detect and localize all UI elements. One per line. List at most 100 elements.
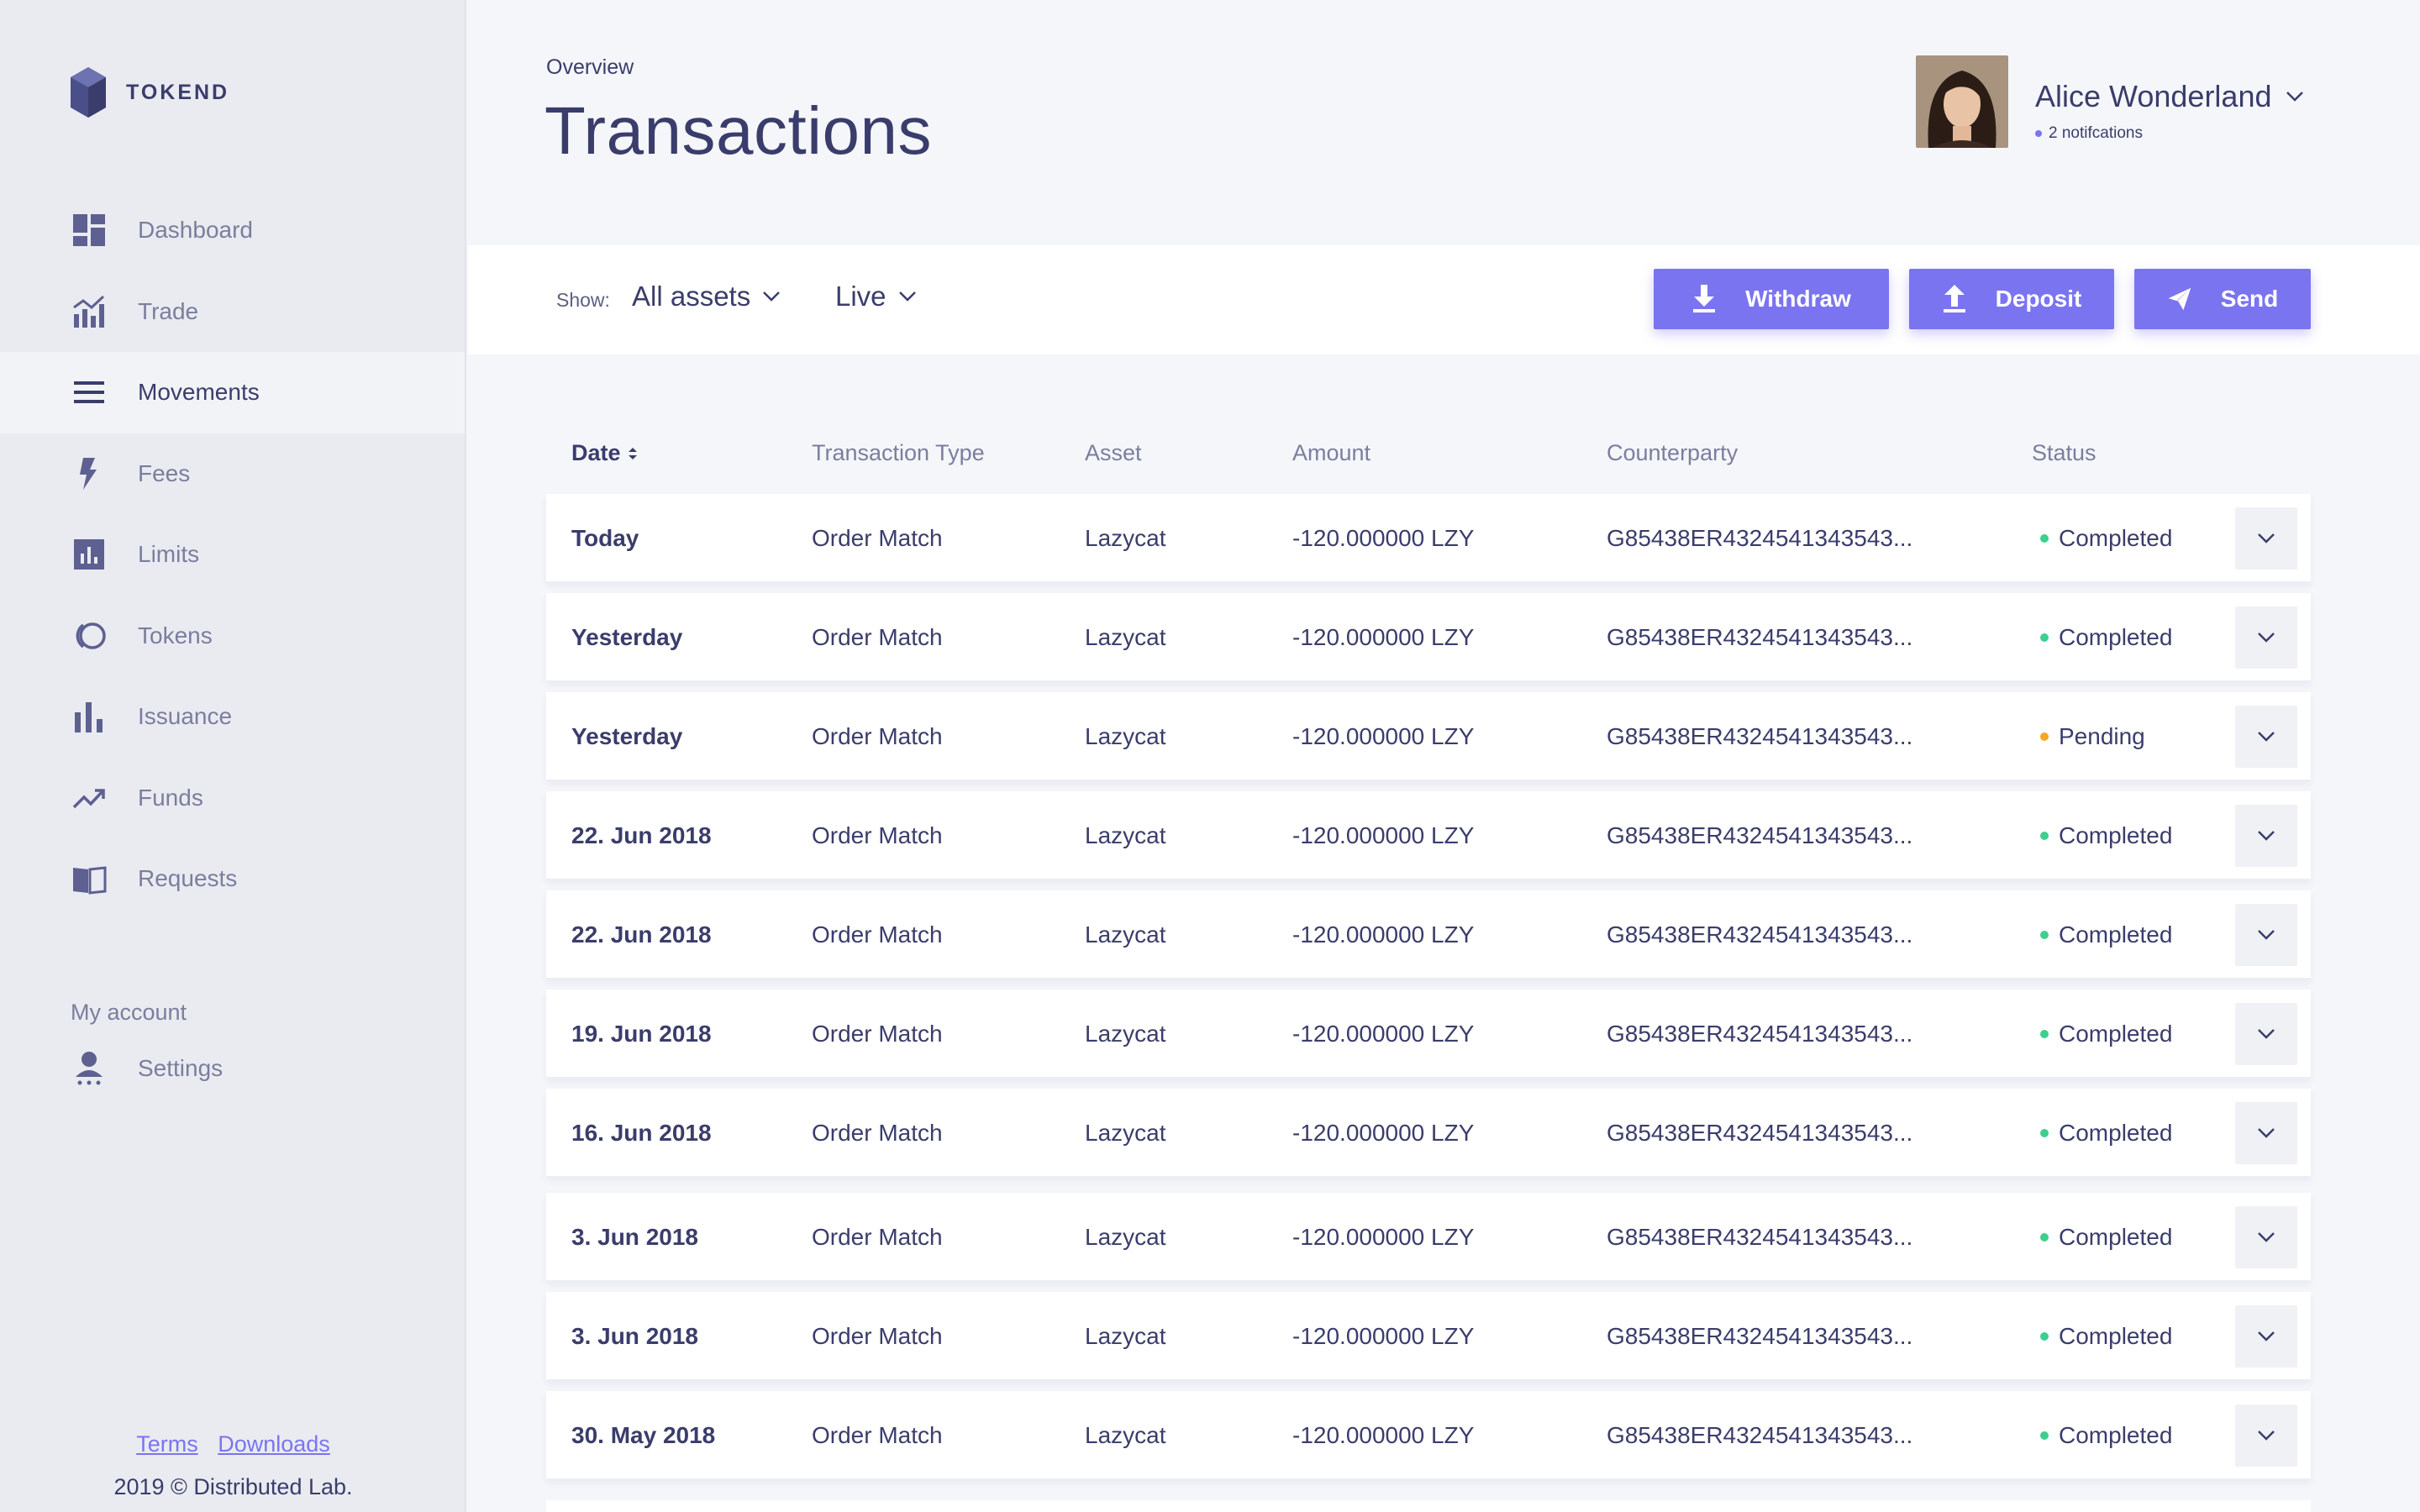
brand-logo[interactable]: TOKEND xyxy=(69,66,229,119)
cell-amount: -120.000000 LZY xyxy=(1292,624,1475,650)
cell-asset: Lazycat xyxy=(1085,1120,1166,1146)
sidebar-item-dashboard[interactable]: Dashboard xyxy=(0,190,466,271)
sidebar-item-label: Funds xyxy=(138,784,203,811)
status-dot xyxy=(2040,931,2049,939)
footer-links: Terms Downloads xyxy=(0,1431,466,1457)
user-name-row[interactable]: Alice Wonderland xyxy=(2035,79,2304,114)
cell-counterparty: G85438ER4324541343543... xyxy=(1607,1120,1913,1146)
notifications-label: 2 notifcations xyxy=(2049,124,2143,142)
status-dot xyxy=(2040,1332,2049,1341)
mode-filter-value: Live xyxy=(835,281,886,312)
table-row[interactable]: 22. Jun 2018 Order Match Lazycat -120.00000… xyxy=(546,791,2311,880)
cell-transaction-type: Order Match xyxy=(812,822,943,848)
deposit-button[interactable]: Deposit xyxy=(1909,269,2114,329)
row-expand-button[interactable] xyxy=(2235,1003,2297,1065)
chevron-down-icon xyxy=(2258,633,2275,643)
cell-asset: Lazycat xyxy=(1085,624,1166,650)
sidebar-item-settings[interactable]: Settings xyxy=(71,1050,223,1087)
row-expand-button[interactable] xyxy=(2235,706,2297,768)
table-row[interactable]: 16. Jun 2018 Order Match Lazycat -120.00000… xyxy=(546,1089,2311,1178)
column-header-status: Status xyxy=(2032,440,2096,465)
cell-amount: -120.000000 LZY xyxy=(1292,1323,1475,1349)
cell-amount: -120.000000 LZY xyxy=(1292,525,1475,551)
table-row[interactable]: 30. May 2018 Order Match Lazycat -120.00000… xyxy=(546,1391,2311,1480)
row-expand-button[interactable] xyxy=(2235,805,2297,867)
chevron-down-icon xyxy=(2258,732,2275,742)
chevron-down-icon xyxy=(898,291,916,302)
cell-status: Completed xyxy=(2040,890,2172,979)
sidebar-item-label: Settings xyxy=(138,1055,224,1081)
table-row[interactable]: Today Order Match Lazycat -120.000000 LZY G8… xyxy=(546,494,2311,583)
mode-filter-dropdown[interactable]: Live xyxy=(835,281,917,312)
cell-status: Completed xyxy=(2040,1089,2172,1178)
row-expand-button[interactable] xyxy=(2235,606,2297,669)
cell-date: 22. Jun 2018 xyxy=(571,822,712,848)
cell-transaction-type: Order Match xyxy=(812,723,943,749)
sidebar-item-tokens[interactable]: Tokens xyxy=(0,596,466,677)
cell-transaction-type: Order Match xyxy=(812,1021,943,1047)
cell-date: Yesterday xyxy=(571,624,683,650)
sidebar-item-label: Issuance xyxy=(138,703,233,730)
withdraw-button[interactable]: Withdraw xyxy=(1654,269,1889,329)
table-row[interactable]: Yesterday Order Match Lazycat -120.000000 L… xyxy=(546,593,2311,682)
book-icon xyxy=(71,860,108,897)
table-row[interactable]: 19. Jun 2018 Order Match Lazycat -120.00000… xyxy=(546,990,2311,1079)
sidebar: TOKEND Dashboard Trade Movements Fees Li… xyxy=(0,0,466,1512)
chevron-down-icon xyxy=(2258,1431,2275,1441)
sidebar-item-requests[interactable]: Requests xyxy=(0,838,466,920)
sort-icon xyxy=(628,447,637,459)
user-menu[interactable]: Alice Wonderland 2 notifcations xyxy=(1916,55,2304,148)
trade-chart-icon xyxy=(71,293,108,330)
column-header-transaction-type: Transaction Type xyxy=(812,440,985,465)
user-info: Alice Wonderland 2 notifcations xyxy=(2035,79,2304,143)
terms-link[interactable]: Terms xyxy=(136,1431,198,1457)
breadcrumb[interactable]: Overview xyxy=(546,55,634,80)
row-expand-button[interactable] xyxy=(2235,1206,2297,1268)
sidebar-item-trade[interactable]: Trade xyxy=(0,271,466,353)
sidebar-item-label: Movements xyxy=(138,379,260,406)
status-label: Completed xyxy=(2059,1120,2173,1146)
column-header-amount: Amount xyxy=(1292,440,1371,465)
cell-date: 3. Jun 2018 xyxy=(571,1323,698,1349)
cell-asset: Lazycat xyxy=(1085,822,1166,848)
sidebar-item-limits[interactable]: Limits xyxy=(0,514,466,596)
row-expand-button[interactable] xyxy=(2235,507,2297,570)
cell-transaction-type: Order Match xyxy=(812,1422,943,1448)
row-expand-button[interactable] xyxy=(2235,1404,2297,1467)
cell-asset: Lazycat xyxy=(1085,525,1166,551)
cell-transaction-type: Order Match xyxy=(812,1224,943,1250)
sidebar-item-issuance[interactable]: Issuance xyxy=(0,676,466,758)
status-dot xyxy=(2040,1431,2049,1440)
row-expand-button[interactable] xyxy=(2235,1305,2297,1368)
column-header-date[interactable]: Date xyxy=(571,440,638,466)
sidebar-item-label: Fees xyxy=(138,459,191,486)
row-expand-button[interactable] xyxy=(2235,1102,2297,1164)
table-row[interactable]: 3. Jun 2018 Order Match Lazycat -120.000000… xyxy=(546,1292,2311,1381)
status-label: Completed xyxy=(2059,921,2173,948)
table-row[interactable]: 22. Jun 2018 Order Match Lazycat -120.00000… xyxy=(546,890,2311,979)
downloads-link[interactable]: Downloads xyxy=(218,1431,330,1457)
table-row[interactable]: Yesterday Order Match Lazycat -120.000000 L… xyxy=(546,692,2311,781)
cell-status: Completed xyxy=(2040,990,2172,1079)
chevron-down-icon xyxy=(2286,92,2303,102)
table-row-partial xyxy=(546,1500,2311,1512)
sidebar-item-label: Requests xyxy=(138,865,238,892)
notifications-count[interactable]: 2 notifcations xyxy=(2035,124,2304,143)
column-header-counterparty: Counterparty xyxy=(1607,440,1739,465)
sidebar-item-movements[interactable]: Movements xyxy=(0,352,466,433)
send-button[interactable]: Send xyxy=(2134,269,2311,329)
sidebar-item-funds[interactable]: Funds xyxy=(0,758,466,839)
asset-filter-dropdown[interactable]: All assets xyxy=(632,281,781,312)
status-dot xyxy=(2040,633,2049,642)
sidebar-item-fees[interactable]: Fees xyxy=(0,433,466,515)
cell-date: Yesterday xyxy=(571,723,683,749)
trending-up-icon xyxy=(71,780,108,816)
cell-status: Completed xyxy=(2040,1193,2172,1282)
cell-transaction-type: Order Match xyxy=(812,1323,943,1349)
table-row[interactable]: 3. Jun 2018 Order Match Lazycat -120.000000… xyxy=(546,1193,2311,1282)
column-header-asset: Asset xyxy=(1085,440,1142,465)
row-expand-button[interactable] xyxy=(2235,904,2297,966)
toolbar: Show: All assets Live Withdraw Deposit S… xyxy=(468,245,2420,354)
cell-amount: -120.000000 LZY xyxy=(1292,1021,1475,1047)
cell-amount: -120.000000 LZY xyxy=(1292,723,1475,749)
